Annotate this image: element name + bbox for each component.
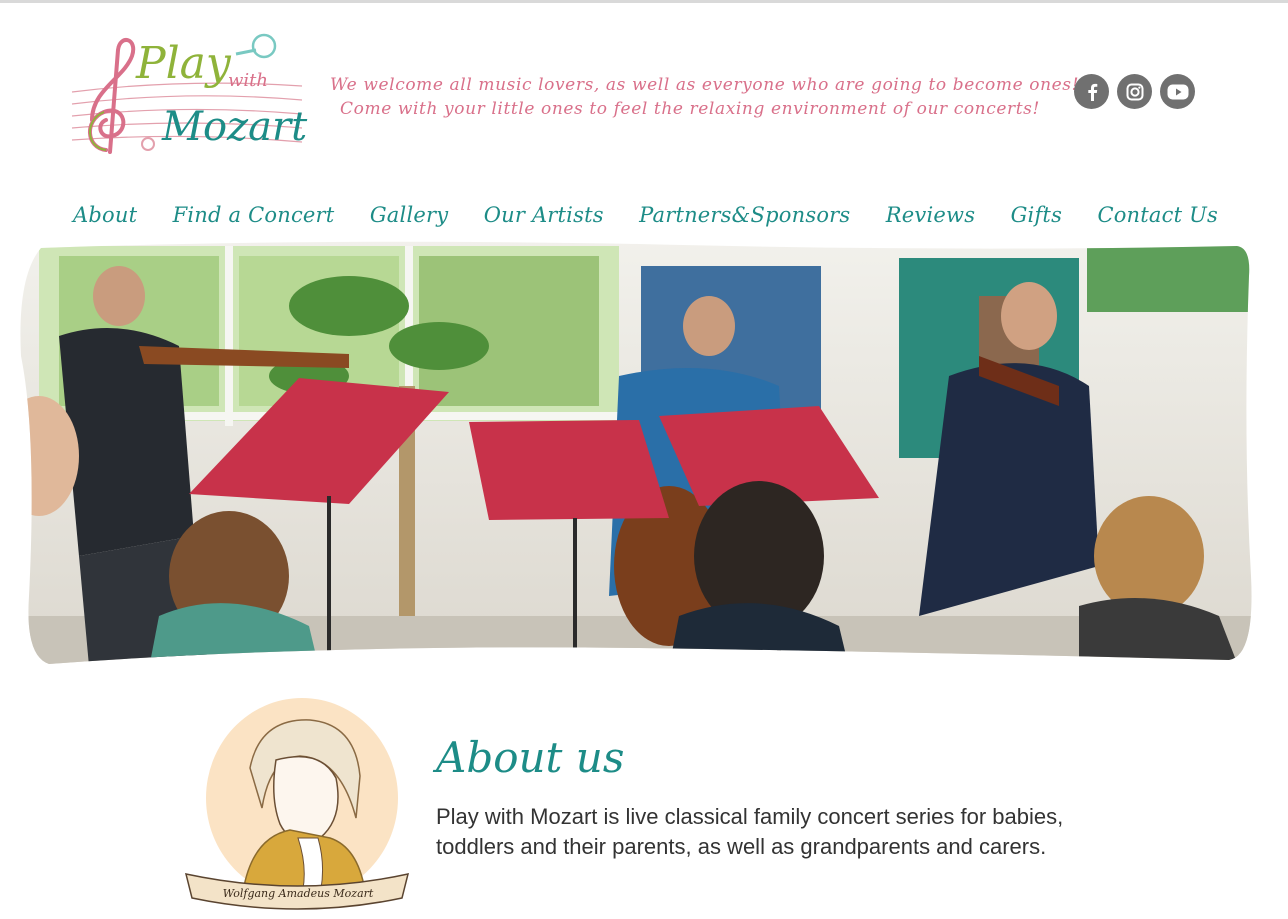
about-description: Play with Mozart is live classical famil… xyxy=(436,804,1064,859)
logo-word-mozart: Mozart xyxy=(161,104,308,150)
tagline-line-1: We welcome all music lovers, as well as … xyxy=(330,75,1080,95)
site-logo[interactable]: Play with Mozart xyxy=(66,20,316,165)
portrait-caption: Wolfgang Amadeus Mozart xyxy=(223,887,374,900)
tagline-line-2: Come with your little ones to feel the r… xyxy=(340,99,1040,119)
nav-find-a-concert[interactable]: Find a Concert xyxy=(173,203,335,227)
instagram-link[interactable] xyxy=(1117,74,1152,109)
instagram-icon xyxy=(1126,83,1143,100)
facebook-icon xyxy=(1087,83,1097,101)
facebook-link[interactable] xyxy=(1074,74,1109,109)
nav-reviews[interactable]: Reviews xyxy=(886,203,975,227)
nav-partners-sponsors[interactable]: Partners&Sponsors xyxy=(639,203,850,227)
logo-graphic: Play with Mozart xyxy=(71,33,308,154)
about-title: About us xyxy=(436,733,625,782)
youtube-link[interactable] xyxy=(1160,74,1195,109)
social-links xyxy=(1074,74,1195,109)
browser-top-border xyxy=(0,0,1288,3)
nav-gallery[interactable]: Gallery xyxy=(370,203,448,227)
hero-image xyxy=(19,236,1263,668)
nav-contact-us[interactable]: Contact Us xyxy=(1097,203,1218,227)
nav-gifts[interactable]: Gifts xyxy=(1011,203,1062,227)
main-navigation: About Find a Concert Gallery Our Artists… xyxy=(73,198,1218,232)
youtube-icon xyxy=(1167,84,1188,99)
mozart-portrait: Wolfgang Amadeus Mozart xyxy=(180,698,415,919)
nav-our-artists[interactable]: Our Artists xyxy=(484,203,604,227)
logo-word-with: with xyxy=(228,70,268,91)
tagline: We welcome all music lovers, as well as … xyxy=(330,73,1080,121)
logo-word-play: Play xyxy=(135,38,232,89)
nav-about[interactable]: About xyxy=(73,203,137,227)
